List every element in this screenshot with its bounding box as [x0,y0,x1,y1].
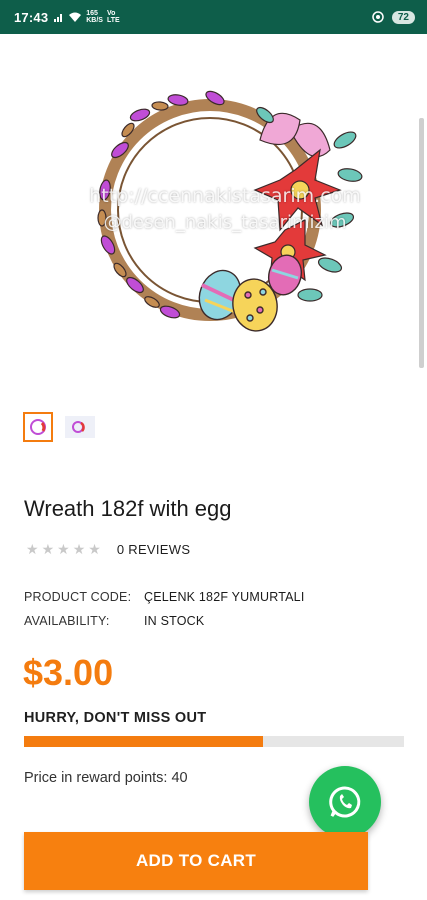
watermark-line2: @desen_nakis_tasarimizim [103,212,347,233]
thumbnail-2[interactable] [65,416,95,438]
thumbnail-strip [23,412,95,442]
product-title: Wreath 182f with egg [24,496,232,521]
scrollbar[interactable] [419,118,424,368]
product-image[interactable]: http://ccennakistasarim.com @desen_nakis… [60,80,390,350]
star-icon: ★ [57,541,70,557]
stock-progress-bar [24,736,404,747]
network-speed-unit: KB/S [86,17,103,24]
reviews-link[interactable]: 0 REVIEWS [117,542,191,557]
wreath-thumbnail-alt [72,421,85,433]
whatsapp-button[interactable] [309,766,381,838]
whatsapp-icon [329,786,361,818]
add-to-cart-button[interactable]: ADD TO CART [24,832,368,890]
product-price: $3.00 [23,652,114,693]
spec-value: ÇELENK 182F YUMURTALI [144,590,305,604]
network-speed: 165 KB/S [86,10,103,24]
reward-points: Price in reward points: 40 [24,770,188,786]
status-left: 17:43 165 KB/S Vo LTE [14,10,120,25]
star-rating[interactable]: ★ ★ ★ ★ ★ [26,541,101,558]
spec-label: AVAILABILITY: [24,614,110,628]
data-saver-icon [372,11,384,23]
spec-value: IN STOCK [144,614,205,628]
network-type-label: LTE [106,17,120,24]
wreath-thumbnail [30,419,46,435]
stock-progress-fill [24,736,264,747]
network-speed-value: 165 [86,10,98,17]
status-bar: 17:43 165 KB/S Vo LTE 72 [0,0,427,34]
urgency-message: HURRY, DON'T MISS OUT [24,710,207,726]
spec-availability: AVAILABILITY: IN STOCK [24,614,204,628]
network-type: Vo LTE [106,10,120,24]
status-time: 17:43 [14,9,49,25]
spec-label: PRODUCT CODE: [24,590,132,604]
star-icon: ★ [72,541,86,557]
thumbnail-1[interactable] [23,412,53,442]
watermark-line1: http://ccennakistasarim.com [89,185,361,207]
wifi-icon [69,12,82,22]
star-icon: ★ [26,541,39,557]
status-right: 72 [372,10,415,24]
battery-level: 72 [391,10,415,24]
signal-icon [54,14,63,22]
star-icon: ★ [88,541,101,557]
status-icons: 165 KB/S Vo LTE [54,10,120,24]
spec-product-code: PRODUCT CODE: ÇELENK 182F YUMURTALI [24,590,305,604]
rating-row: ★ ★ ★ ★ ★ 0 REVIEWS [26,541,190,558]
star-icon: ★ [41,541,55,557]
